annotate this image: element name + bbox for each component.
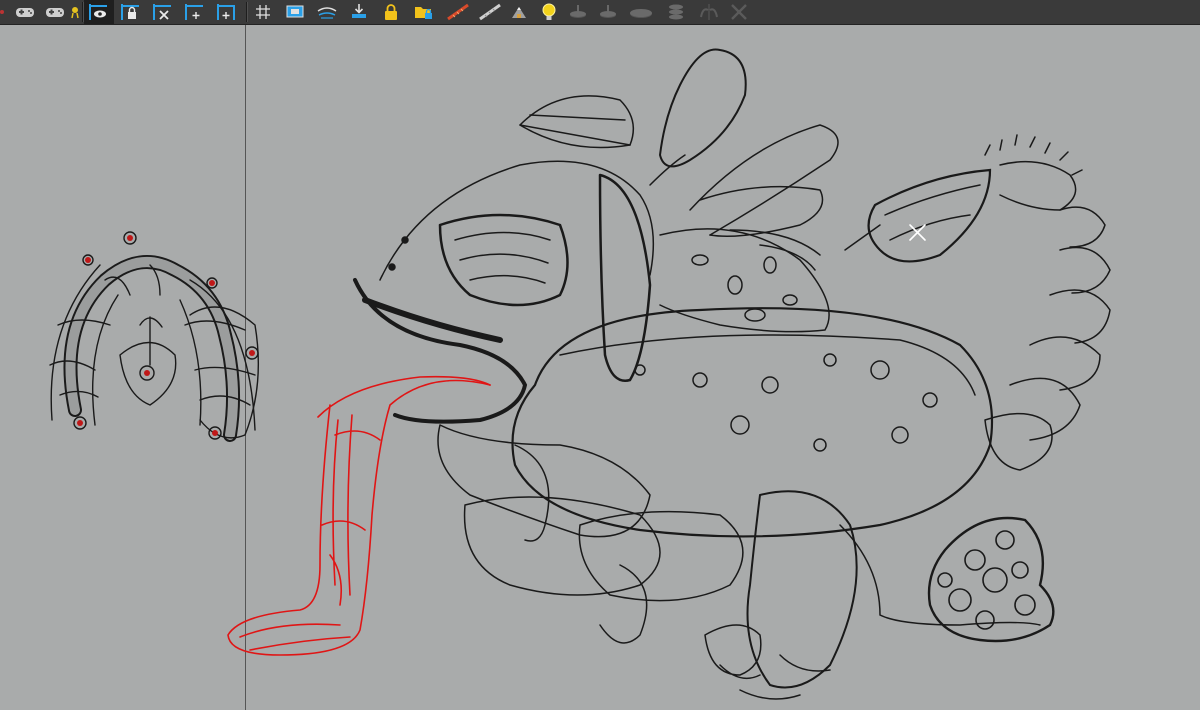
frame-clear-icon[interactable] [148,0,176,24]
disc-stack-icon[interactable] [664,0,688,24]
award-icon[interactable] [70,0,80,24]
lightbulb-icon[interactable] [538,0,560,24]
folder-lock-icon[interactable] [412,0,436,24]
windmill-icon[interactable] [726,0,752,24]
frame-add-after-icon[interactable] [212,0,240,24]
mirror-icon[interactable] [696,0,722,24]
tongue-sketch [227,375,491,656]
frame-add-icon[interactable] [180,0,208,24]
padlock-icon[interactable] [380,0,402,24]
onion-skin-icon[interactable] [314,0,340,24]
disc-2-icon[interactable] [596,0,620,24]
mountain-icon[interactable] [508,0,530,24]
toolbar [0,0,1200,25]
frog-creature-sketch [353,48,1111,700]
ruler-white-icon[interactable] [476,0,504,24]
gamepad-right-icon[interactable] [42,0,68,24]
import-icon[interactable] [348,0,370,24]
ruler-red-icon[interactable] [444,0,472,24]
drawing-canvas[interactable] [0,25,1200,710]
disc-3-icon[interactable] [626,0,656,24]
toolbar-separator [246,2,248,22]
disc-1-icon[interactable] [566,0,590,24]
display-icon[interactable] [284,0,306,24]
gamepad-left-icon[interactable] [0,0,10,24]
worm-creature-sketch [49,231,260,442]
frame-lock-icon[interactable] [116,0,144,24]
gamepad-left-icon[interactable] [12,0,38,24]
frame-visibility-icon[interactable] [84,0,114,24]
grid-icon[interactable] [252,0,274,24]
